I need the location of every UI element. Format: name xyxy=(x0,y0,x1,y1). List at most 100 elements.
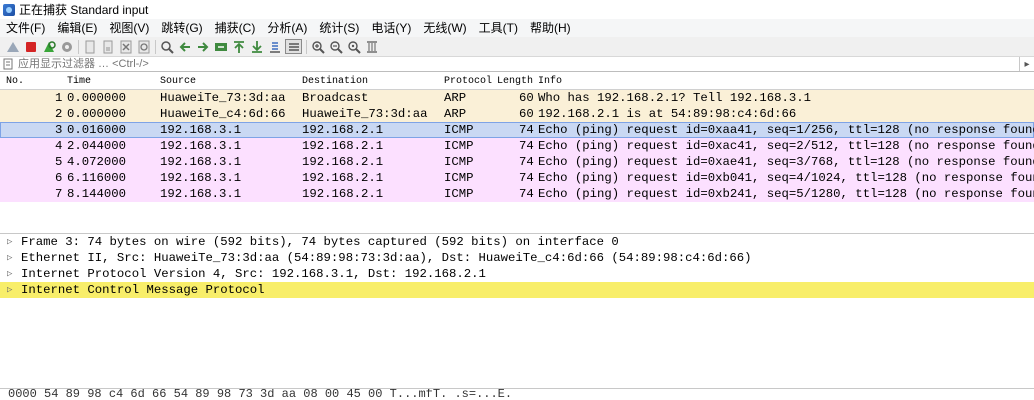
packet-source: HuaweiTe_c4:6d:66 xyxy=(160,107,286,121)
go-last-icon[interactable] xyxy=(249,39,264,54)
window-title: 正在捕获 Standard input xyxy=(19,3,149,17)
packet-protocol: ICMP xyxy=(444,155,474,169)
packet-protocol: ICMP xyxy=(444,171,474,185)
packet-info: Echo (ping) request id=0xb041, seq=4/102… xyxy=(538,171,1034,185)
column-header-protocol[interactable]: Protocol xyxy=(444,75,492,89)
packet-length: 74 xyxy=(519,155,534,169)
menu-statistics[interactable]: 统计(S) xyxy=(313,19,365,37)
packet-source: 192.168.3.1 xyxy=(160,139,242,153)
toolbar-separator xyxy=(306,39,307,54)
packet-destination: 192.168.2.1 xyxy=(302,155,384,169)
packet-info: Echo (ping) request id=0xaa41, seq=1/256… xyxy=(538,123,1034,137)
packet-destination: HuaweiTe_73:3d:aa xyxy=(302,107,428,121)
display-filter-input[interactable] xyxy=(18,57,1019,71)
detail-row-frame[interactable]: ▷ Frame 3: 74 bytes on wire (592 bits), … xyxy=(0,234,1034,250)
packet-row[interactable]: 1 0.000000 HuaweiTe_73:3d:aa Broadcast A… xyxy=(0,90,1034,106)
go-to-packet-icon[interactable] xyxy=(213,39,228,54)
menu-file[interactable]: 文件(F) xyxy=(0,19,51,37)
packet-source: 192.168.3.1 xyxy=(160,171,242,185)
menu-edit[interactable]: 编辑(E) xyxy=(51,19,103,37)
packet-list-header: No. Time Source Destination Protocol Len… xyxy=(0,74,1034,90)
column-header-destination[interactable]: Destination xyxy=(302,75,368,89)
menu-tools[interactable]: 工具(T) xyxy=(473,19,524,37)
column-header-length[interactable]: Length xyxy=(497,75,533,89)
detail-row-icmp[interactable]: ▷ Internet Control Message Protocol xyxy=(0,282,1034,298)
packet-no: 7 xyxy=(55,187,63,201)
packet-details-tree: ▷ Frame 3: 74 bytes on wire (592 bits), … xyxy=(0,234,1034,388)
open-file-icon[interactable] xyxy=(82,39,97,54)
zoom-normal-icon[interactable] xyxy=(346,39,361,54)
menu-help[interactable]: 帮助(H) xyxy=(524,19,577,37)
go-first-icon[interactable] xyxy=(231,39,246,54)
packet-row[interactable]: 2 0.000000 HuaweiTe_c4:6d:66 HuaweiTe_73… xyxy=(0,106,1034,122)
expand-arrow-icon[interactable]: ▷ xyxy=(7,282,12,298)
column-header-time[interactable]: Time xyxy=(67,75,91,89)
packet-length: 74 xyxy=(519,187,534,201)
packet-row[interactable]: 4 2.044000 192.168.3.1 192.168.2.1 ICMP … xyxy=(0,138,1034,154)
stop-capture-icon[interactable] xyxy=(23,39,38,54)
packet-info: Echo (ping) request id=0xb241, seq=5/128… xyxy=(538,187,1034,201)
menu-analyze[interactable]: 分析(A) xyxy=(261,19,313,37)
packet-list: 1 0.000000 HuaweiTe_73:3d:aa Broadcast A… xyxy=(0,90,1034,230)
zoom-in-icon[interactable] xyxy=(310,39,325,54)
save-file-icon[interactable] xyxy=(100,39,115,54)
detail-row-label: Ethernet II, Src: HuaweiTe_73:3d:aa (54:… xyxy=(21,251,752,265)
toolbar-separator xyxy=(78,39,79,54)
column-header-info[interactable]: Info xyxy=(538,75,562,89)
detail-row-label: Internet Control Message Protocol xyxy=(21,283,265,297)
packet-protocol: ICMP xyxy=(444,187,474,201)
resize-columns-icon[interactable] xyxy=(364,39,379,54)
shark-fin-start-icon[interactable] xyxy=(5,39,20,54)
expand-arrow-icon[interactable]: ▷ xyxy=(7,250,12,266)
packet-source: 192.168.3.1 xyxy=(160,155,242,169)
reload-file-icon[interactable] xyxy=(136,39,151,54)
detail-row-label: Internet Protocol Version 4, Src: 192.16… xyxy=(21,267,486,281)
colorize-icon[interactable] xyxy=(285,39,302,54)
expand-arrow-icon[interactable]: ▷ xyxy=(7,266,12,282)
filter-dropdown-arrow-icon[interactable]: ▸ xyxy=(1019,57,1034,71)
zoom-out-icon[interactable] xyxy=(328,39,343,54)
go-forward-icon[interactable] xyxy=(195,39,210,54)
packet-time: 0.016000 xyxy=(67,123,127,137)
column-header-no[interactable]: No. xyxy=(6,75,24,89)
packet-row-selected[interactable]: 3 0.016000 192.168.3.1 192.168.2.1 ICMP … xyxy=(0,122,1034,138)
packet-bytes-pane: 0000 54 89 98 c4 6d 66 54 89 98 73 3d aa… xyxy=(0,388,1034,400)
detail-row-ipv4[interactable]: ▷ Internet Protocol Version 4, Src: 192.… xyxy=(0,266,1034,282)
packet-time: 8.144000 xyxy=(67,187,127,201)
packet-info: Echo (ping) request id=0xac41, seq=2/512… xyxy=(538,139,1034,153)
close-file-icon[interactable] xyxy=(118,39,133,54)
packet-length: 74 xyxy=(519,171,534,185)
column-header-source[interactable]: Source xyxy=(160,75,196,89)
packet-time: 2.044000 xyxy=(67,139,127,153)
bookmark-filter-icon[interactable] xyxy=(3,58,15,70)
packet-source: 192.168.3.1 xyxy=(160,187,242,201)
packet-length: 74 xyxy=(519,139,534,153)
menu-wireless[interactable]: 无线(W) xyxy=(417,19,472,37)
packet-destination: 192.168.2.1 xyxy=(302,171,384,185)
packet-protocol: ARP xyxy=(444,91,467,105)
expand-arrow-icon[interactable]: ▷ xyxy=(7,234,12,250)
packet-no: 3 xyxy=(55,123,63,137)
packet-row[interactable]: 7 8.144000 192.168.3.1 192.168.2.1 ICMP … xyxy=(0,186,1034,202)
packet-info: Who has 192.168.2.1? Tell 192.168.3.1 xyxy=(538,91,812,105)
menu-view[interactable]: 视图(V) xyxy=(103,19,155,37)
detail-row-ethernet[interactable]: ▷ Ethernet II, Src: HuaweiTe_73:3d:aa (5… xyxy=(0,250,1034,266)
detail-row-label: Frame 3: 74 bytes on wire (592 bits), 74… xyxy=(21,235,619,249)
menu-capture[interactable]: 捕获(C) xyxy=(209,19,262,37)
packet-source: HuaweiTe_73:3d:aa xyxy=(160,91,286,105)
restart-capture-icon[interactable] xyxy=(41,39,56,54)
menu-go[interactable]: 跳转(G) xyxy=(155,19,208,37)
menu-telephony[interactable]: 电话(Y) xyxy=(365,19,417,37)
packet-row[interactable]: 5 4.072000 192.168.3.1 192.168.2.1 ICMP … xyxy=(0,154,1034,170)
go-back-icon[interactable] xyxy=(177,39,192,54)
bytes-preview-line[interactable]: 0000 54 89 98 c4 6d 66 54 89 98 73 3d aa… xyxy=(8,389,512,400)
packet-source: 192.168.3.1 xyxy=(160,123,242,137)
packet-time: 6.116000 xyxy=(67,171,127,185)
packet-destination: Broadcast xyxy=(302,91,369,105)
packet-time: 4.072000 xyxy=(67,155,127,169)
packet-row[interactable]: 6 6.116000 192.168.3.1 192.168.2.1 ICMP … xyxy=(0,170,1034,186)
capture-options-icon[interactable] xyxy=(59,39,74,54)
autoscroll-icon[interactable] xyxy=(267,39,282,54)
find-packet-icon[interactable] xyxy=(159,39,174,54)
packet-protocol: ICMP xyxy=(444,123,474,137)
